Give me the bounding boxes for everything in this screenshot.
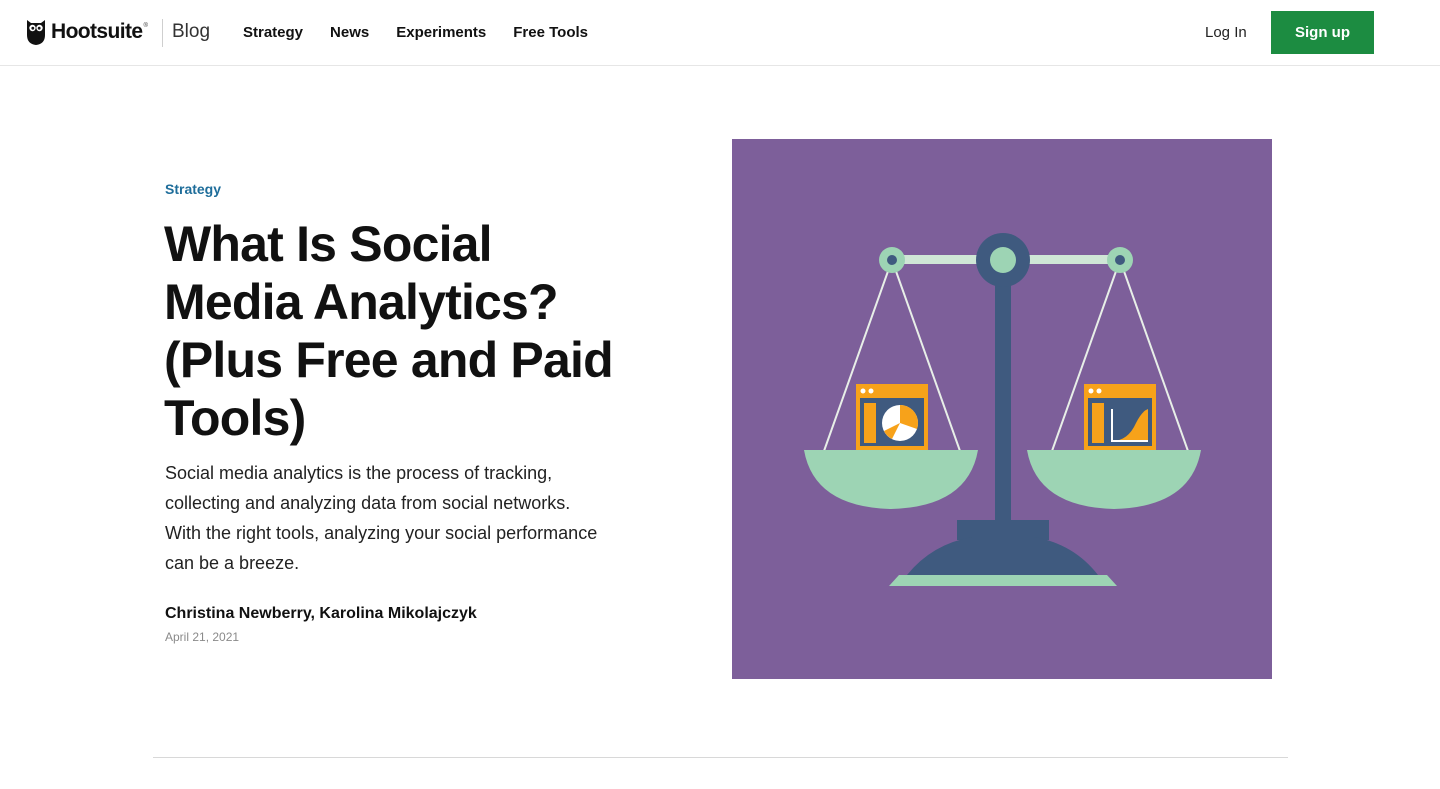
site-header: Hootsuite ® Blog Strategy News Experimen… (0, 0, 1440, 66)
signup-button[interactable]: Sign up (1271, 11, 1374, 54)
blog-home-link[interactable]: Blog (172, 21, 210, 43)
login-link[interactable]: Log In (1205, 24, 1247, 42)
hero-image (732, 139, 1272, 679)
brand-registered-mark: ® (143, 23, 148, 29)
brand-divider (162, 19, 163, 47)
owl-logo-icon (27, 20, 45, 45)
article-dek: Social media analytics is the process of… (165, 463, 598, 573)
article-category-link[interactable]: Strategy (165, 181, 221, 197)
nav-item-strategy[interactable]: Strategy (243, 24, 303, 42)
primary-nav: Strategy News Experiments Free Tools (243, 24, 615, 42)
balance-scale-illustration-icon (804, 233, 1201, 586)
article-authors: Christina Newberry, Karolina Mikolajczyk (165, 605, 477, 622)
hootsuite-logo[interactable]: Hootsuite ® (26, 17, 148, 47)
article-date: April 21, 2021 (165, 630, 240, 644)
article-title: What Is Social Media Analytics? (Plus Fr… (164, 216, 614, 446)
nav-item-experiments[interactable]: Experiments (396, 24, 486, 42)
section-divider (153, 757, 1288, 758)
page: Hootsuite ® Blog Strategy News Experimen… (0, 0, 1440, 789)
nav-item-free-tools[interactable]: Free Tools (513, 24, 588, 42)
nav-item-news[interactable]: News (330, 24, 369, 42)
brand-wordmark: Hootsuite (51, 20, 143, 43)
